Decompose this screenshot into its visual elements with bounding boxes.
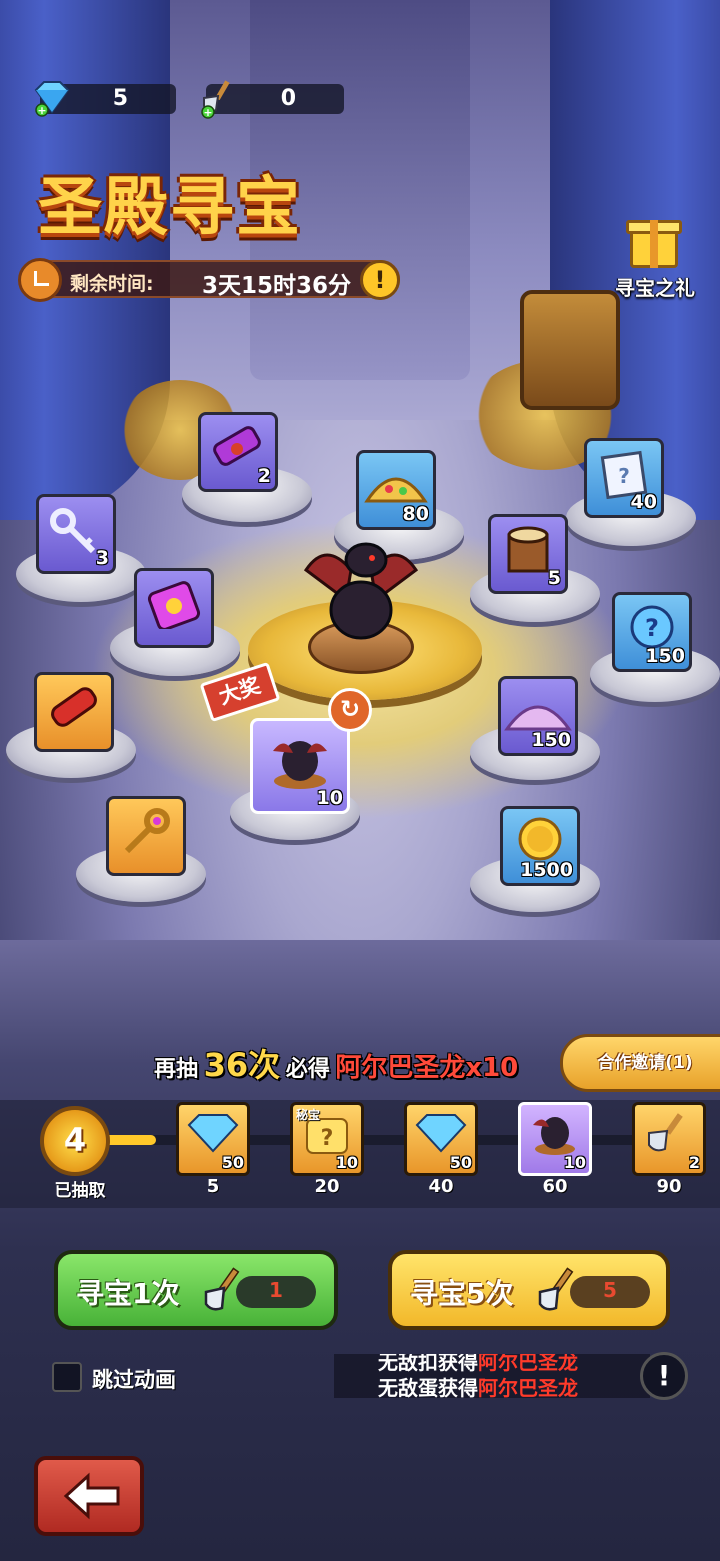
milestone-threshold: 60 — [542, 1176, 568, 1197]
reward-red-scroll[interactable] — [34, 672, 114, 752]
dragon-statue-icon — [303, 542, 419, 640]
cost-pill: 5 — [570, 1276, 650, 1308]
draw-counter: 4 — [40, 1106, 110, 1176]
reward-gold-pile[interactable]: 80 — [356, 450, 436, 530]
reward-silver-key[interactable]: 3 — [36, 494, 116, 574]
milestone-reward[interactable]: 50 — [404, 1102, 478, 1176]
potion-icon — [147, 581, 201, 629]
reward-qty: 80 — [402, 503, 429, 525]
svg-text:+: + — [37, 104, 46, 117]
shovel-icon: + — [201, 80, 230, 119]
milestone-reward[interactable]: 10 — [518, 1102, 592, 1176]
gift-button[interactable] — [622, 210, 686, 274]
gem-count: 5 — [112, 86, 128, 111]
milestone-qty: 50 — [449, 1153, 472, 1172]
diamond-icon — [415, 1114, 467, 1153]
clock-icon — [18, 258, 62, 302]
reward-gold-coin[interactable]: 1500 — [500, 806, 580, 886]
timer-label: 剩余时间: — [70, 273, 154, 295]
winner-ticker: 无敌扣获得阿尔巴圣龙 无敌蛋获得阿尔巴圣龙 — [334, 1354, 650, 1398]
draw-five-cost: 5 — [603, 1278, 617, 1302]
svg-text:?: ? — [321, 1126, 334, 1151]
milestone-reward[interactable]: 2 — [632, 1102, 706, 1176]
event-title: 圣殿寻宝 — [38, 171, 302, 245]
milestone-reward[interactable]: 50 — [176, 1102, 250, 1176]
cost-pill: 1 — [236, 1276, 316, 1308]
shovel-counter[interactable]: + 0 — [201, 80, 344, 119]
back-arrow-icon — [63, 1472, 120, 1520]
red-scroll-icon — [51, 687, 97, 727]
reward-letter[interactable]: ? 40 — [584, 438, 664, 518]
guarantee-banner: 再抽 36次 必得 阿尔巴圣龙x10 — [154, 1040, 518, 1086]
skip-animation-label: 跳过动画 — [92, 1368, 176, 1392]
milestone-threshold: 20 — [314, 1176, 340, 1197]
milestone-threshold: 40 — [428, 1176, 454, 1197]
reward-qty: 2 — [257, 465, 271, 487]
treasure-chest — [520, 290, 620, 410]
draw-five-button[interactable]: 寻宝5次 5 — [388, 1250, 670, 1330]
milestone-qty: 10 — [563, 1153, 586, 1172]
reward-mystery-orb[interactable]: ? 150 — [612, 592, 692, 672]
svg-text:+: + — [203, 106, 212, 119]
reward-log[interactable]: 5 — [488, 514, 568, 594]
gem-counter[interactable]: + 5 — [34, 81, 176, 117]
promo-mid: 必得 — [285, 1057, 330, 1082]
refresh-icon[interactable]: ↻ — [328, 688, 372, 732]
reward-dragon-shard[interactable]: 10 — [250, 718, 350, 814]
gift-ribbon — [650, 220, 658, 268]
ticker-line: 无敌蛋获得阿尔巴圣龙 — [378, 1372, 578, 1398]
milestone-reward[interactable]: ? 秘宝 10 — [290, 1102, 364, 1176]
reward-qty: 150 — [531, 729, 571, 751]
milestone-qty: 2 — [688, 1153, 700, 1172]
shovel-icon — [538, 1267, 574, 1311]
secret-tag: 秘宝 — [296, 1108, 321, 1122]
reward-qty: 40 — [630, 491, 657, 513]
info-icon[interactable]: ! — [640, 1352, 688, 1400]
draw-once-label: 寻宝1次 — [76, 1277, 180, 1310]
info-icon[interactable]: ! — [360, 260, 400, 300]
back-button[interactable] — [34, 1456, 144, 1536]
draw-once-cost: 1 — [269, 1278, 283, 1302]
diamond-icon: + — [34, 81, 70, 117]
reward-qty: 5 — [547, 567, 561, 589]
reward-purple-dust[interactable]: 150 — [498, 676, 578, 756]
reward-gold-key[interactable] — [106, 796, 186, 876]
milestone-threshold: 5 — [206, 1176, 220, 1197]
draw-once-button[interactable]: 寻宝1次 1 — [54, 1250, 338, 1330]
draw-counter-label: 已抽取 — [54, 1181, 106, 1201]
milestone-qty: 50 — [221, 1153, 244, 1172]
milestone-qty: 10 — [335, 1153, 358, 1172]
dragon-shard-icon — [273, 741, 327, 789]
ticker-player: 无敌扣获得 — [378, 1354, 478, 1374]
reward-qty: 10 — [316, 787, 343, 809]
promo-count: 36次 — [203, 1046, 281, 1084]
skip-animation-checkbox[interactable] — [52, 1362, 82, 1392]
svg-text:?: ? — [645, 614, 659, 642]
milestone-threshold: 90 — [656, 1176, 682, 1197]
shovel-count: 0 — [280, 86, 296, 111]
reward-scroll[interactable]: 2 — [198, 412, 278, 492]
promo-prize: 阿尔巴圣龙x10 — [335, 1053, 519, 1083]
dragon-shard-icon — [533, 1117, 575, 1155]
reward-qty: 3 — [95, 547, 109, 569]
gift-label: 寻宝之礼 — [615, 276, 695, 300]
event-timer: 剩余时间: 3天15时36分 ! — [18, 258, 400, 302]
promo-pre: 再抽 — [154, 1057, 199, 1082]
gold-key-icon — [124, 808, 170, 854]
shovel-icon — [648, 1113, 683, 1152]
shovel-icon — [204, 1267, 240, 1311]
timer-value: 3天15时36分 — [202, 273, 352, 299]
coop-invite-button[interactable]: 合作邀请(1) — [560, 1034, 720, 1092]
draw-five-label: 寻宝5次 — [410, 1277, 514, 1310]
reward-qty: 1500 — [520, 859, 573, 881]
reward-qty: 150 — [645, 645, 685, 667]
reward-potion[interactable] — [134, 568, 214, 648]
ticker-prize: 阿尔巴圣龙 — [478, 1376, 578, 1398]
diamond-icon — [187, 1114, 239, 1153]
ticker-player: 无敌蛋获得 — [378, 1376, 478, 1398]
ticker-prize: 阿尔巴圣龙 — [478, 1354, 578, 1374]
svg-text:?: ? — [618, 464, 630, 488]
